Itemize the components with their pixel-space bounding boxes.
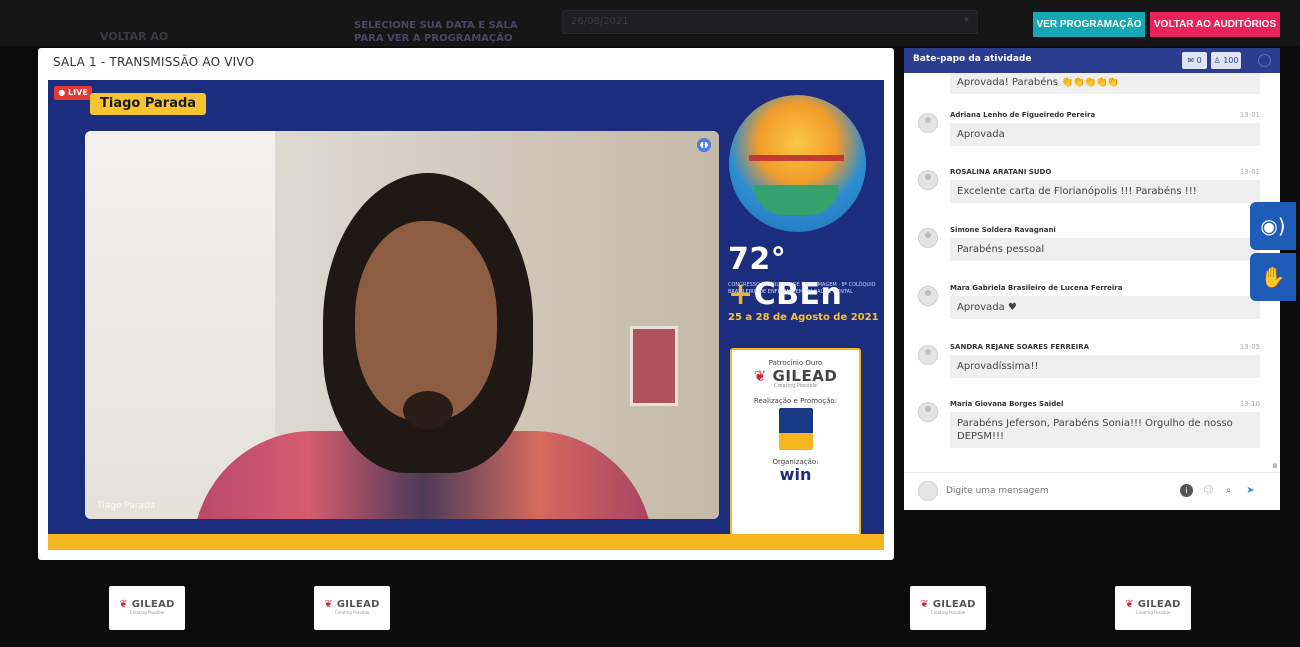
sponsor-name: ❦ GILEAD — [920, 599, 976, 610]
sponsor-tagline: Creating Possible — [334, 610, 370, 615]
event-brand-title: 72°+CBEn — [728, 242, 884, 312]
info-icon[interactable]: i — [1180, 484, 1193, 497]
message-text: Aprovada — [950, 123, 1260, 146]
chat-title: Bate-papo da atividade — [913, 54, 1032, 64]
message-text: Excelente carta de Florianópolis !!! Par… — [950, 180, 1260, 203]
message-text: Aprovada ♥ — [950, 296, 1260, 319]
chat-header: Bate-papo da atividade ✉ 0 ♙ 100 — [904, 48, 1280, 73]
gilead-logo-icon: ❦ — [324, 599, 337, 610]
sponsor-name: ❦ GILEAD — [324, 599, 380, 610]
message-time: 13:10 — [1239, 400, 1260, 408]
wall-picture — [630, 326, 678, 406]
message-author: Mara Gabriela Brasileiro de Lucena Ferre… — [950, 284, 1123, 292]
chat-scrollbar[interactable] — [1273, 463, 1277, 468]
camera-name-label: Tiago Parada — [97, 501, 156, 511]
user-icon: ♙ — [1213, 56, 1224, 65]
emoji-icon[interactable]: ☺ — [1202, 484, 1215, 497]
sponsor-name: ❦ GILEAD — [1125, 599, 1181, 610]
sponsor-tile[interactable]: ❦ GILEAD Creating Possible — [109, 586, 185, 630]
sponsor-tagline: Creating Possible — [930, 610, 966, 615]
message-author: Maria Giovana Borges Saidel — [950, 400, 1064, 408]
message-author: Adriana Lenho de Figueiredo Pereira — [950, 111, 1096, 119]
user-avatar-icon — [918, 402, 938, 422]
sponsor-tile[interactable]: ❦ GILEAD Creating Possible — [910, 586, 986, 630]
live-badge: ● LIVE — [54, 86, 92, 100]
stream-bottom-stripe — [48, 534, 884, 550]
date-select[interactable]: 26/08/2021 ▾ — [562, 10, 978, 34]
message-text: Parabéns pessoal — [950, 238, 1260, 261]
aben-shield-logo — [778, 408, 813, 450]
video-stream[interactable]: ● LIVE Tiago Parada Tiago Parada ◖◗ 72°+… — [48, 80, 884, 550]
logo-boat — [754, 185, 839, 215]
chevron-down-icon: ▾ — [963, 15, 969, 26]
users-count-badge[interactable]: ♙ 100 — [1211, 52, 1241, 69]
event-subtitle: CONGRESSO BRASILEIRO DE ENFERMAGEM · 8º … — [728, 282, 876, 295]
user-avatar-icon — [918, 345, 938, 365]
message-time: 13:01 — [1239, 168, 1260, 176]
voltar-auditorios-button[interactable]: VOLTAR AO AUDITÓRIOS — [1150, 12, 1280, 37]
gilead-logo-icon: ❦ — [1125, 599, 1138, 610]
sponsor-name: ❦ GILEAD — [119, 599, 175, 610]
chat-panel: Bate-papo da atividade ✉ 0 ♙ 100 Aprovad… — [904, 48, 1280, 510]
message-time: 13:05 — [1239, 343, 1260, 351]
speaker-beard — [403, 391, 453, 429]
message-author: SANDRA REJANE SOARES FERREIRA — [950, 343, 1090, 351]
logo-bridge — [749, 155, 844, 161]
attach-icon[interactable]: ⌕ — [1222, 484, 1235, 497]
message-text: Parabéns Jeferson, Parabéns Sonia!!! Org… — [950, 412, 1260, 448]
audio-indicator-icon: ◖◗ — [697, 138, 711, 152]
user-avatar-icon — [918, 113, 938, 133]
clap-emoji-icon: 👏👏👏👏👏 — [1061, 77, 1119, 88]
message-time: 13:01 — [1239, 111, 1260, 119]
realizacao-label: Realização e Promoção: — [753, 397, 838, 405]
message-author: Simone Soldera Ravagnani — [950, 226, 1056, 234]
sign-language-icon[interactable]: ✋ — [1250, 253, 1296, 301]
user-avatar-icon — [918, 170, 938, 190]
sponsor-tile[interactable]: ❦ GILEAD Creating Possible — [1115, 586, 1191, 630]
message-icon: ✉ — [1187, 56, 1197, 65]
sponsor-tagline: Creating Possible — [1135, 610, 1171, 615]
sponsor-tagline: Creating Possible — [774, 383, 817, 389]
event-edition: 72° — [728, 242, 787, 277]
sponsor-label: Patrocínio Ouro — [768, 359, 823, 367]
ver-programacao-button[interactable]: VER PROGRAMAÇÃO — [1033, 12, 1145, 37]
message-input[interactable] — [946, 482, 1166, 500]
message-text: Aprovada! Parabéns 👏👏👏👏👏 — [950, 73, 1260, 94]
message-author: ROSALINA ARATANI SUDO — [950, 168, 1052, 176]
send-icon[interactable]: ➤ — [1244, 484, 1257, 497]
message-text: Aprovadíssima!! — [950, 355, 1260, 378]
gilead-logo-icon: ❦ — [920, 599, 933, 610]
chat-messages[interactable]: Aprovada! Parabéns 👏👏👏👏👏 Adriana Lenho d… — [904, 73, 1280, 468]
speaker-video: Tiago Parada ◖◗ — [85, 131, 719, 519]
gilead-logo-icon: ❦ — [753, 367, 773, 385]
sponsor-tile[interactable]: ❦ GILEAD Creating Possible — [314, 586, 390, 630]
chat-options-icon[interactable] — [1258, 54, 1271, 67]
sponsor-box: Patrocínio Ouro ❦ GILEAD Creating Possib… — [730, 348, 861, 538]
organizer-logo: win — [779, 465, 812, 484]
event-dates: 25 a 28 de Agosto de 2021 — [728, 312, 879, 323]
sponsor-tagline: Creating Possible — [129, 610, 165, 615]
panel-title: SALA 1 - TRANSMISSÃO AO VIVO — [53, 55, 255, 69]
stream-panel: SALA 1 - TRANSMISSÃO AO VIVO ● LIVE Tiag… — [38, 48, 894, 560]
top-bar: VOLTAR AO SELECIONE SUA DATA E SALA PARA… — [0, 0, 1300, 46]
user-avatar-icon — [918, 228, 938, 248]
audio-description-icon[interactable]: ◉) — [1250, 202, 1296, 250]
speaker-name-tag: Tiago Parada — [90, 93, 207, 115]
gilead-logo-icon: ❦ — [119, 599, 132, 610]
chat-input-bar: i ☺ ⌕ ➤ — [904, 472, 1280, 508]
back-link[interactable]: VOLTAR AO — [100, 30, 168, 43]
date-select-value: 26/08/2021 — [571, 16, 629, 27]
select-hint: SELECIONE SUA DATA E SALA PARA VER A PRO… — [354, 20, 518, 44]
message-count-badge[interactable]: ✉ 0 — [1182, 52, 1207, 69]
user-avatar-icon — [918, 286, 938, 306]
event-logo — [729, 95, 866, 232]
user-avatar-icon — [918, 481, 938, 501]
